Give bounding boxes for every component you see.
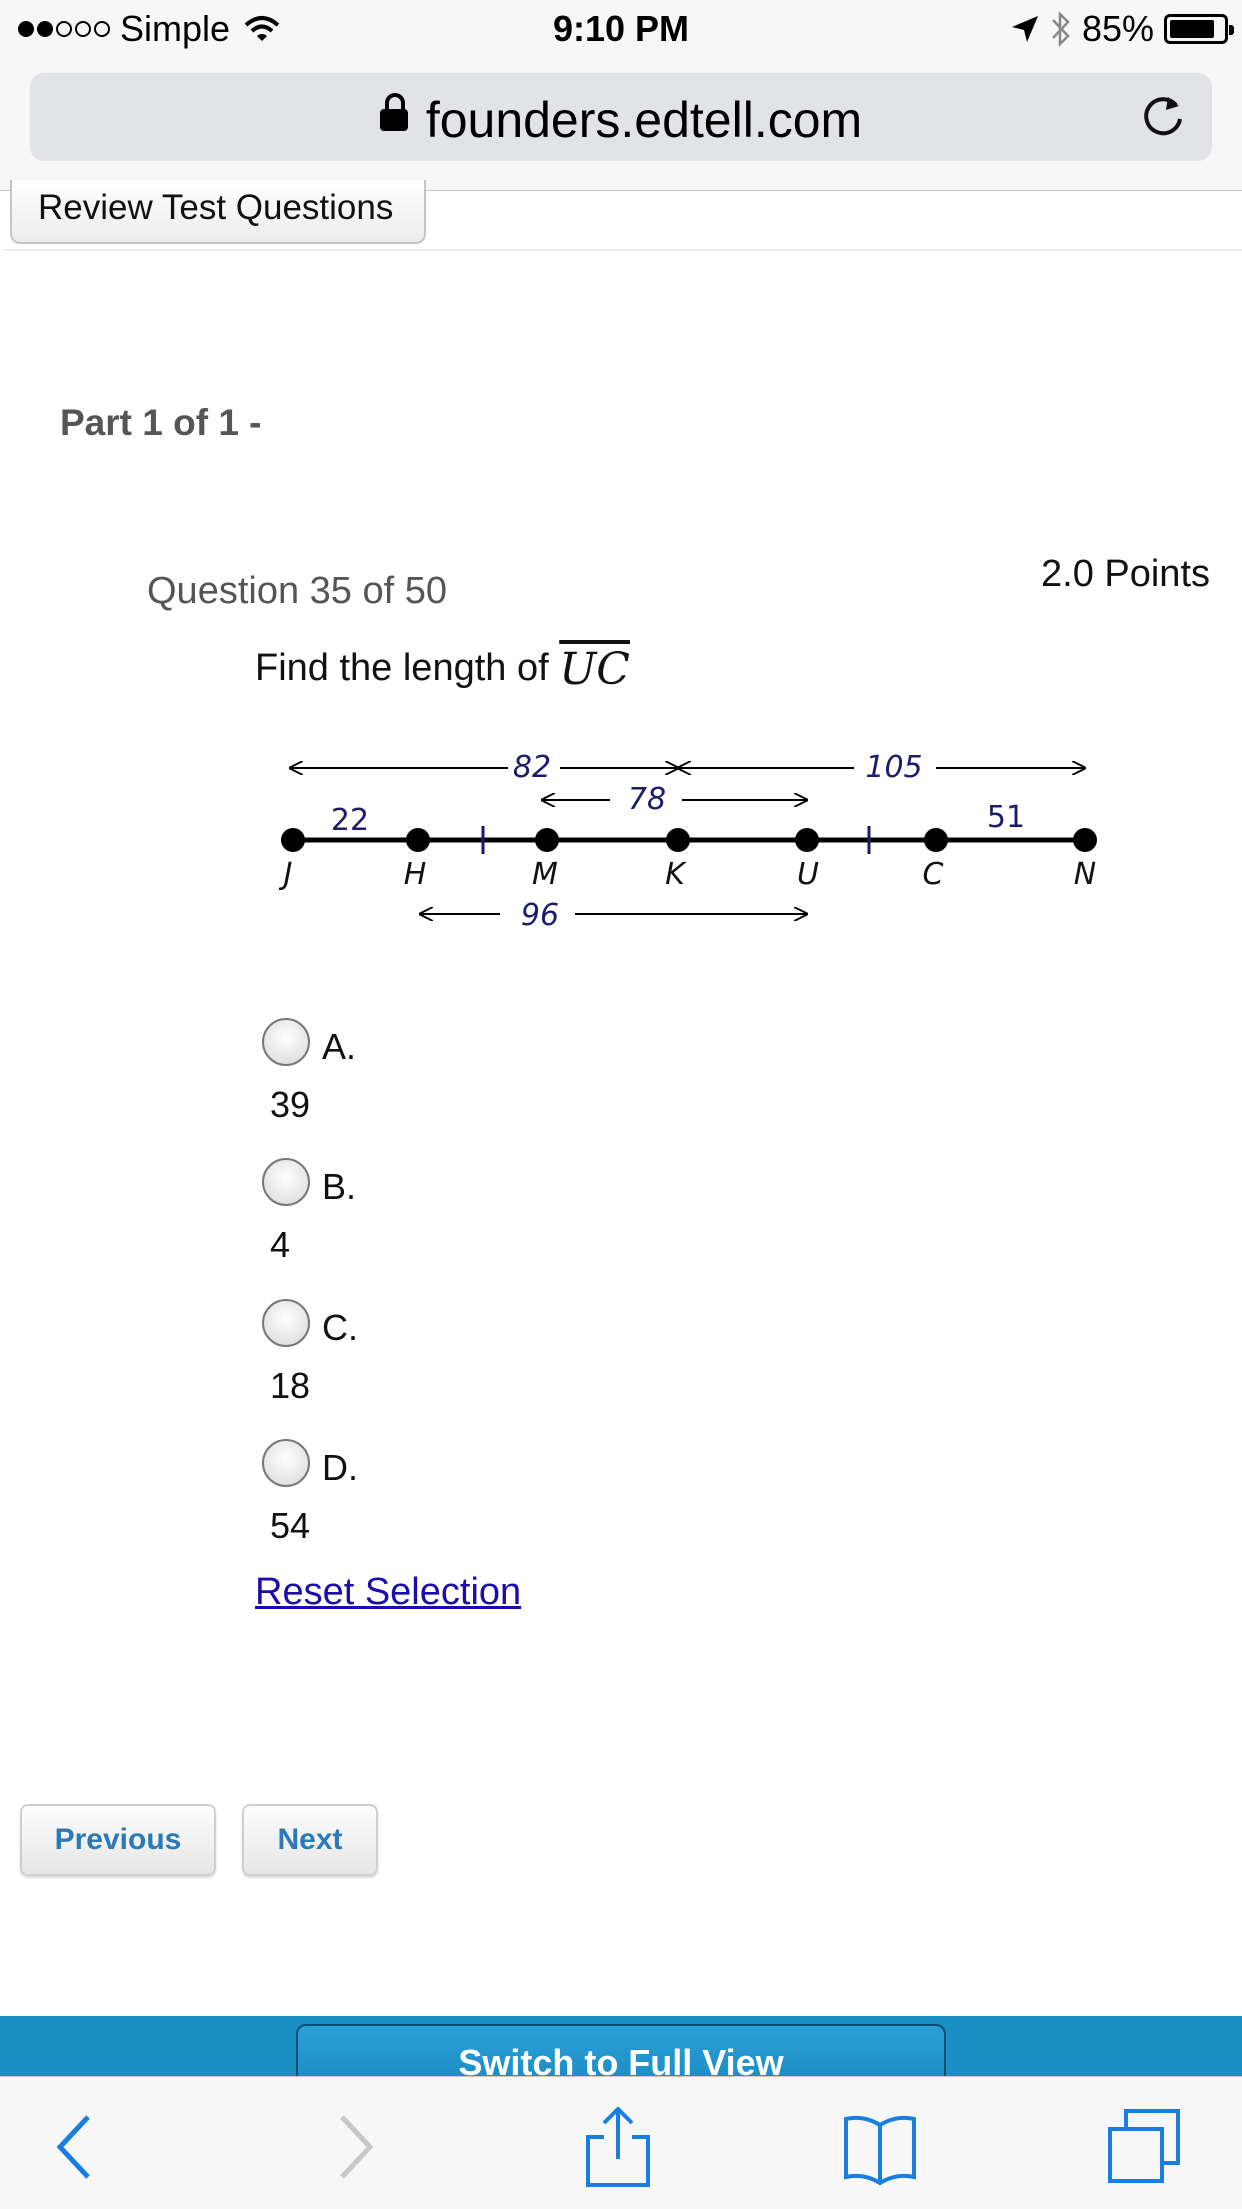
label-jh: 22: [331, 803, 369, 838]
number-line-figure: 82 105 78 22 51 J H M K U C N 96: [279, 750, 1097, 933]
point-label-j: J: [279, 857, 293, 892]
choice-letter: A.: [322, 1026, 357, 1067]
part-title: Part 1 of 1 -: [60, 402, 262, 443]
choice-value: 54: [270, 1505, 311, 1546]
segment-name: UC: [559, 644, 630, 695]
reset-selection-link[interactable]: Reset Selection: [255, 1571, 521, 1614]
previous-button[interactable]: Previous: [20, 1804, 216, 1876]
footer-band: Switch to Full View: [0, 2016, 1242, 2076]
point-label-n: N: [1074, 857, 1096, 892]
switch-to-full-view-button[interactable]: Switch to Full View: [296, 2024, 946, 2076]
label-cn: 51: [987, 800, 1025, 835]
browser-chrome: founders.edtell.com: [0, 60, 1242, 191]
location-arrow-icon: [1011, 16, 1038, 42]
point-u: [795, 828, 819, 852]
url-text: founders.edtell.com: [425, 92, 863, 148]
label-hu: 96: [521, 898, 559, 933]
radio-button[interactable]: [262, 1158, 310, 1206]
point-label-m: M: [532, 857, 558, 892]
url-display[interactable]: founders.edtell.com: [30, 91, 1212, 149]
review-test-questions-tab[interactable]: Review Test Questions: [10, 180, 426, 244]
bluetooth-icon: [1052, 10, 1070, 48]
choice-value: 18: [270, 1365, 311, 1406]
choice-value: 4: [270, 1224, 291, 1265]
address-bar[interactable]: founders.edtell.com: [30, 73, 1212, 161]
point-label-k: K: [665, 857, 687, 892]
choice-letter: C.: [322, 1307, 358, 1348]
question-points: 2.0 Points: [1041, 553, 1210, 595]
point-label-c: C: [923, 857, 944, 892]
bookmarks-icon[interactable]: [840, 2107, 920, 2187]
choice-value: 39: [270, 1084, 311, 1125]
lock-icon: [379, 92, 408, 131]
choice-letter: B.: [322, 1166, 357, 1207]
point-label-u: U: [797, 857, 819, 892]
status-right: 85%: [1010, 8, 1234, 50]
tabs-icon[interactable]: [1104, 2107, 1184, 2187]
browser-toolbar: [0, 2076, 1242, 2209]
divider: [4, 249, 1242, 251]
question-prompt: Find the length of UC: [255, 640, 630, 695]
battery-fill: [1170, 20, 1215, 38]
question-number: Question 35 of 50: [147, 570, 447, 612]
battery-icon: [1164, 14, 1234, 44]
label-jk: 82: [513, 750, 551, 785]
point-h: [406, 828, 430, 852]
next-button[interactable]: Next: [242, 1804, 378, 1876]
point-m: [535, 828, 559, 852]
reload-icon[interactable]: [1138, 91, 1188, 141]
radio-button[interactable]: [262, 1299, 310, 1347]
point-label-h: H: [404, 857, 427, 892]
back-icon[interactable]: [38, 2107, 118, 2187]
radio-button[interactable]: [262, 1439, 310, 1487]
status-bar: Simple 9:10 PM 85%: [0, 0, 1242, 60]
point-c: [924, 828, 948, 852]
battery-percent: 85%: [1081, 8, 1154, 49]
label-mu: 78: [628, 782, 666, 817]
radio-button[interactable]: [262, 1018, 310, 1066]
point-k: [666, 828, 690, 852]
choice-letter: D.: [322, 1447, 358, 1488]
point-j: [281, 828, 305, 852]
point-n: [1073, 828, 1097, 852]
forward-icon[interactable]: [312, 2107, 392, 2187]
label-kn: 105: [865, 750, 922, 785]
share-icon[interactable]: [578, 2107, 658, 2187]
prompt-text: Find the length of: [255, 647, 560, 689]
